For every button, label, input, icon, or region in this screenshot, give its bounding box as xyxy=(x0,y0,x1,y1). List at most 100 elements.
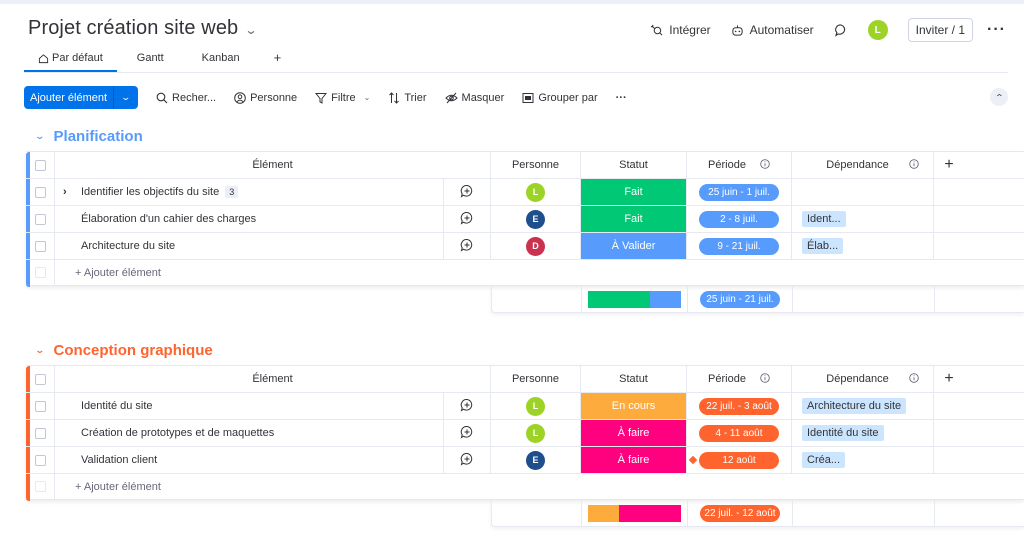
period-cell[interactable]: 2 - 8 juil. xyxy=(687,206,792,232)
select-all-checkbox[interactable] xyxy=(34,373,46,385)
item-name[interactable]: Identité du site xyxy=(81,400,153,412)
status-segment-en-cours[interactable] xyxy=(588,504,619,522)
item-name[interactable]: Création de prototypes et de maquettes xyxy=(81,427,274,439)
status-segment--faire[interactable] xyxy=(618,504,681,522)
person-filter-button[interactable]: Personne xyxy=(234,92,297,104)
status-cell[interactable]: À Valider xyxy=(581,233,687,259)
add-item-input[interactable]: + Ajouter élément xyxy=(55,474,1024,499)
add-column-button[interactable]: + xyxy=(934,152,964,178)
period-cell[interactable]: 22 juil. - 3 août xyxy=(687,393,792,419)
table-row[interactable]: Validation client E À faire 12 août Créa... xyxy=(26,447,1024,474)
invite-button[interactable]: Inviter / 1 xyxy=(907,18,974,42)
subitems-count-badge[interactable]: 3 xyxy=(225,186,239,198)
status-segment--valider[interactable] xyxy=(650,290,681,308)
item-name-cell[interactable]: › Identifier les objectifs du site 3 xyxy=(55,179,443,205)
select-all-checkbox[interactable] xyxy=(34,159,46,171)
column-header-status[interactable]: Statut xyxy=(581,366,687,392)
dependency-cell[interactable]: Identité du site xyxy=(792,420,934,446)
status-cell[interactable]: En cours xyxy=(581,393,687,419)
add-update-button[interactable] xyxy=(443,447,491,473)
row-checkbox[interactable] xyxy=(34,240,46,252)
status-cell[interactable]: À faire xyxy=(581,420,687,446)
dependency-cell[interactable]: Créa... xyxy=(792,447,934,473)
item-name-cell[interactable]: Architecture du site xyxy=(55,233,443,259)
automate-button[interactable]: Automatiser xyxy=(731,23,814,37)
table-row[interactable]: Élaboration d'un cahier des charges E Fait… xyxy=(26,206,1024,233)
period-cell[interactable]: 25 juin - 1 juil. xyxy=(687,179,792,205)
row-checkbox[interactable] xyxy=(34,186,46,198)
row-checkbox[interactable] xyxy=(34,400,46,412)
row-checkbox[interactable] xyxy=(34,454,46,466)
more-toolbar-button[interactable]: ··· xyxy=(616,92,627,104)
person-cell[interactable]: L xyxy=(491,393,581,419)
search-button[interactable]: Recher... xyxy=(156,92,216,104)
add-item-input[interactable]: + Ajouter élément xyxy=(55,260,1024,285)
summary-period-cell[interactable]: 22 juil. - 12 août xyxy=(688,500,793,526)
updates-button[interactable] xyxy=(834,23,848,37)
user-avatar[interactable]: L xyxy=(867,20,888,40)
integrate-button[interactable]: Intégrer xyxy=(650,23,711,37)
table-row[interactable]: Identité du site L En cours 22 juil. - 3 ao… xyxy=(26,393,1024,420)
tab-kanban[interactable]: Kanban xyxy=(184,50,260,72)
board-title[interactable]: Projet création site web ⌄ xyxy=(28,17,258,40)
more-options-icon[interactable]: ··· xyxy=(987,21,1006,39)
person-cell[interactable]: L xyxy=(491,179,581,205)
period-cell[interactable]: 12 août xyxy=(687,447,792,473)
status-cell[interactable]: Fait xyxy=(581,179,687,205)
person-cell[interactable]: D xyxy=(491,233,581,259)
chevron-down-icon[interactable]: ⌄ xyxy=(34,131,45,142)
dependency-tag[interactable]: Architecture du site xyxy=(802,398,907,414)
column-header-item[interactable]: Élément xyxy=(55,152,491,178)
column-header-period[interactable]: Période xyxy=(687,366,792,392)
item-name[interactable]: Architecture du site xyxy=(81,240,175,252)
dependency-tag[interactable]: Identité du site xyxy=(802,425,884,441)
tab-default[interactable]: Par défaut xyxy=(24,50,117,72)
row-checkbox[interactable] xyxy=(34,213,46,225)
dependency-tag[interactable]: Créa... xyxy=(802,452,846,468)
hide-button[interactable]: Masquer xyxy=(444,92,504,104)
item-name-cell[interactable]: Création de prototypes et de maquettes xyxy=(55,420,443,446)
table-row[interactable]: › Identifier les objectifs du site 3 L Fait 2… xyxy=(26,179,1024,206)
add-item-button[interactable]: Ajouter élément xyxy=(24,86,115,109)
dependency-cell[interactable]: Élab... xyxy=(792,233,934,259)
dependency-tag[interactable]: Élab... xyxy=(802,238,844,254)
add-item-dropdown[interactable]: ⌄ xyxy=(114,86,138,109)
row-checkbox[interactable] xyxy=(34,427,46,439)
column-header-item[interactable]: Élément xyxy=(55,366,491,392)
item-name[interactable]: Validation client xyxy=(81,454,157,466)
item-name-cell[interactable]: Élaboration d'un cahier des charges xyxy=(55,206,443,232)
add-update-button[interactable] xyxy=(443,233,491,259)
info-icon[interactable] xyxy=(760,372,770,386)
summary-period-cell[interactable]: 25 juin - 21 juil. xyxy=(688,286,793,312)
column-header-status[interactable]: Statut xyxy=(581,152,687,178)
item-name[interactable]: Identifier les objectifs du site xyxy=(81,186,219,198)
summary-status-cell[interactable] xyxy=(582,500,688,526)
add-update-button[interactable] xyxy=(443,206,491,232)
collapse-toolbar-button[interactable]: ⌃ xyxy=(990,88,1008,106)
column-header-dependency[interactable]: Dépendance xyxy=(792,366,934,392)
dependency-tag[interactable]: Ident... xyxy=(802,211,846,227)
person-cell[interactable]: L xyxy=(491,420,581,446)
period-cell[interactable]: 4 - 11 août xyxy=(687,420,792,446)
add-update-button[interactable] xyxy=(443,393,491,419)
table-row[interactable]: Architecture du site D À Valider 9 - 21 jui… xyxy=(26,233,1024,260)
group-title[interactable]: ⌄ Conception graphique xyxy=(34,342,212,359)
dependency-cell[interactable]: Architecture du site xyxy=(792,393,934,419)
info-icon[interactable] xyxy=(908,158,919,172)
period-cell[interactable]: 9 - 21 juil. xyxy=(687,233,792,259)
column-header-person[interactable]: Personne xyxy=(491,366,581,392)
info-icon[interactable] xyxy=(908,372,919,386)
expand-subitems-icon[interactable]: › xyxy=(63,186,77,198)
column-header-dependency[interactable]: Dépendance xyxy=(792,152,934,178)
add-view-button[interactable]: + xyxy=(260,50,296,72)
person-cell[interactable]: E xyxy=(491,447,581,473)
item-name-cell[interactable]: Identité du site xyxy=(55,393,443,419)
column-header-person[interactable]: Personne xyxy=(491,152,581,178)
add-update-button[interactable] xyxy=(443,179,491,205)
group-title[interactable]: ⌄ Planification xyxy=(34,128,142,145)
chevron-down-icon[interactable]: ⌄ xyxy=(34,345,45,356)
item-name[interactable]: Élaboration d'un cahier des charges xyxy=(81,213,256,225)
column-header-period[interactable]: Période xyxy=(687,152,792,178)
sort-button[interactable]: Trier xyxy=(388,92,427,104)
chevron-down-icon[interactable]: ⌄ xyxy=(245,23,258,37)
